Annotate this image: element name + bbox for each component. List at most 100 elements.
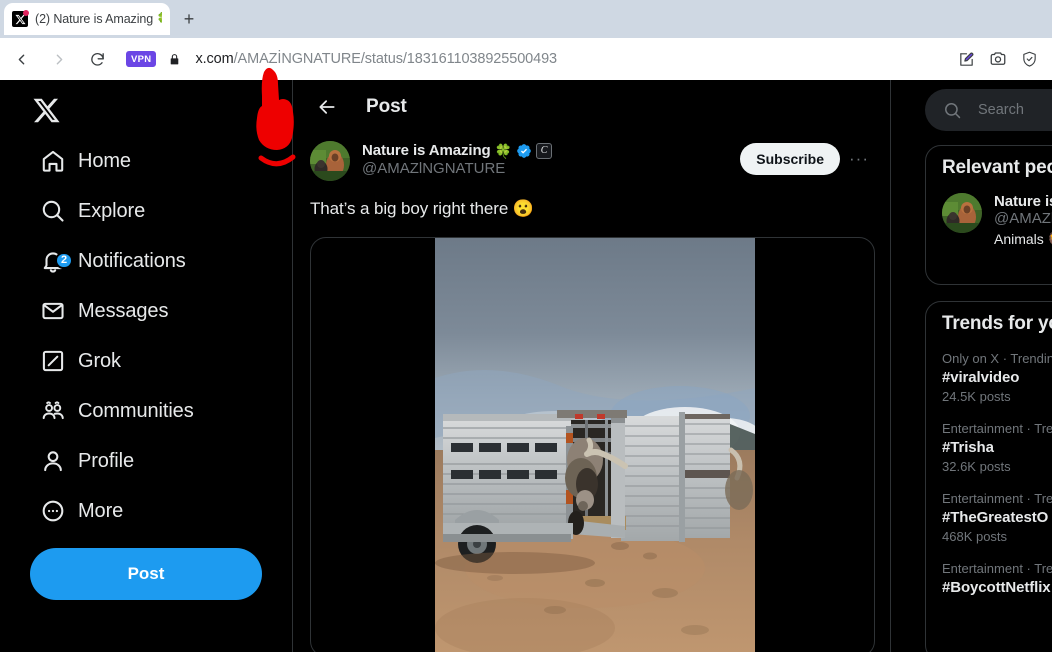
notifications-badge: 2 — [55, 252, 74, 269]
trend-count: 32.6K posts — [942, 458, 1011, 474]
bell-icon: 2 — [28, 248, 78, 274]
people-icon — [28, 398, 78, 424]
sidebar-item-messages[interactable]: Messages — [28, 286, 264, 336]
relevant-person-name: Nature is Amazing — [994, 193, 1052, 210]
trend-name: #TheGreatestO — [942, 508, 1049, 526]
right-sidebar: Search Relevant people — [892, 80, 1052, 652]
url-text[interactable]: x.com/AMAZİNGNATURE/status/1831611038925… — [195, 51, 557, 67]
sidebar-item-notifications[interactable]: 2 Notifications — [28, 236, 264, 286]
screenshot-root: (2) Nature is Amazing 🍀 + VPN x.com/AMAZ… — [0, 0, 1052, 652]
trend-name: #viralvideo — [942, 368, 1020, 386]
url-path: /AMAZİNGNATURE/status/183161103892550049… — [233, 51, 558, 67]
vpn-badge[interactable]: VPN — [126, 51, 157, 67]
x-logo-icon[interactable] — [28, 84, 80, 136]
avatar[interactable] — [942, 193, 982, 233]
x-app: Home Explore 2 Notifications Messages Gr… — [0, 80, 1052, 652]
author-handle[interactable]: @AMAZlNGNATURE — [362, 160, 552, 177]
subscribe-button[interactable]: Subscribe — [740, 143, 840, 175]
author-names: Nature is Amazing 🍀 C @AMAZlNGNATURE — [362, 141, 553, 177]
trends-card: Trends for you Only on X · Trending #vir… — [925, 301, 1052, 652]
relevant-person-info: Nature is Amazing @AMAZlNGNATURE Animals… — [994, 193, 1052, 248]
search-icon — [943, 101, 962, 120]
author-line: Nature is Amazing 🍀 C — [362, 142, 553, 159]
browser-tab[interactable]: (2) Nature is Amazing 🍀 — [4, 3, 170, 35]
back-arrow-icon[interactable] — [310, 90, 344, 124]
browser-urlbar: VPN x.com/AMAZİNGNATURE/status/183161103… — [0, 38, 1052, 80]
urlbar-actions — [958, 38, 1038, 80]
forward-button[interactable] — [42, 42, 76, 76]
browser-tab-title: (2) Nature is Amazing 🍀 — [35, 11, 162, 26]
edit-page-icon[interactable] — [958, 51, 975, 68]
post-author-row: Nature is Amazing 🍀 C @AMAZlNGNATURE Sub… — [310, 133, 874, 181]
main-column: Post Nature is Amazing 🍀 C @AMAZlNGNATUR… — [294, 80, 891, 652]
browser-tabstrip: (2) Nature is Amazing 🍀 + — [0, 0, 1052, 38]
tab-unread-dot — [23, 10, 29, 16]
grok-icon — [28, 348, 78, 374]
post-content: Nature is Amazing 🍀 C @AMAZlNGNATURE Sub… — [294, 133, 890, 652]
lock-icon[interactable] — [168, 52, 181, 67]
sidebar-item-label: Messages — [78, 300, 169, 322]
back-button[interactable] — [4, 42, 38, 76]
trend-item[interactable]: Only on X · Trending #viralvideo 24.5K p… — [926, 339, 1052, 409]
trend-meta: Entertainment · Trending — [942, 560, 1052, 576]
person-icon — [28, 448, 78, 474]
sidebar-item-more[interactable]: More — [28, 486, 264, 536]
post-text: That’s a big boy right there 😮 — [310, 198, 874, 220]
clover-emoji-icon: 🍀 — [494, 142, 513, 159]
sidebar-item-label: Profile — [78, 450, 134, 472]
sidebar-item-home[interactable]: Home — [28, 136, 264, 186]
author-name[interactable]: Nature is Amazing — [362, 142, 491, 159]
author-actions: Subscribe ··· — [740, 141, 874, 175]
sidebar-item-profile[interactable]: Profile — [28, 436, 264, 486]
search-input[interactable]: Search — [925, 89, 1052, 131]
relevant-person-handle: @AMAZlNGNATURE — [994, 210, 1052, 227]
post-more-options-icon[interactable]: ··· — [844, 144, 874, 174]
post-text-body: That’s a big boy right there — [310, 199, 513, 218]
sidebar-item-communities[interactable]: Communities — [28, 386, 264, 436]
relevant-people-title: Relevant people — [942, 157, 1052, 178]
trend-item[interactable]: Entertainment · Trending #BoycottNetflix — [926, 549, 1052, 601]
trend-item[interactable]: Entertainment · Trending #TheGreatestO 4… — [926, 479, 1052, 549]
home-icon — [28, 148, 78, 174]
sidebar-item-explore[interactable]: Explore — [28, 186, 264, 236]
relevant-people-card: Relevant people — [925, 145, 1052, 285]
trend-meta: Entertainment · Trending — [942, 420, 1052, 436]
video-frame — [435, 238, 755, 652]
sidebar-item-label: More — [78, 500, 124, 522]
relevant-person-bio: Animals 🦁 — [994, 231, 1052, 247]
new-tab-button[interactable]: + — [178, 8, 200, 30]
x-favicon-icon — [12, 10, 29, 27]
left-sidebar: Home Explore 2 Notifications Messages Gr… — [0, 80, 293, 652]
more-circle-icon — [28, 498, 78, 524]
page-title: Post — [366, 95, 407, 117]
post-button[interactable]: Post — [30, 548, 262, 600]
sidebar-item-label: Home — [78, 150, 131, 172]
avatar[interactable] — [310, 141, 350, 181]
post-header: Post — [294, 80, 890, 133]
affiliate-badge[interactable]: C — [536, 142, 553, 159]
shocked-face-emoji-icon: 😮 — [512, 199, 534, 218]
url-host: x.com — [195, 51, 234, 67]
sidebar-item-label: Explore — [78, 200, 146, 222]
sidebar-item-label: Communities — [78, 400, 194, 422]
sidebar-item-label: Notifications — [78, 250, 186, 272]
trend-count: 468K posts — [942, 528, 1008, 544]
trend-name: #Trisha — [942, 438, 994, 456]
trend-meta: Only on X · Trending — [942, 351, 1052, 366]
trend-name: #BoycottNetflix — [942, 578, 1051, 596]
trend-meta: Entertainment · Trending — [942, 490, 1052, 506]
relevant-person-row[interactable]: Nature is Amazing @AMAZlNGNATURE Animals… — [926, 183, 1052, 248]
search-icon — [28, 198, 78, 224]
envelope-icon — [28, 298, 78, 324]
verified-badge-icon — [517, 143, 531, 158]
screenshot-camera-icon[interactable] — [989, 50, 1007, 68]
reload-button[interactable] — [80, 42, 114, 76]
sidebar-item-label: Grok — [78, 350, 121, 372]
trend-item[interactable]: Entertainment · Trending #Trisha 32.6K p… — [926, 409, 1052, 479]
search-placeholder: Search — [978, 102, 1024, 118]
trend-count: 24.5K posts — [942, 388, 1011, 404]
browser-chrome: (2) Nature is Amazing 🍀 + VPN x.com/AMAZ… — [0, 0, 1052, 80]
sidebar-item-grok[interactable]: Grok — [28, 336, 264, 386]
shield-protection-icon[interactable] — [1021, 50, 1038, 68]
post-media-video[interactable] — [310, 237, 875, 652]
